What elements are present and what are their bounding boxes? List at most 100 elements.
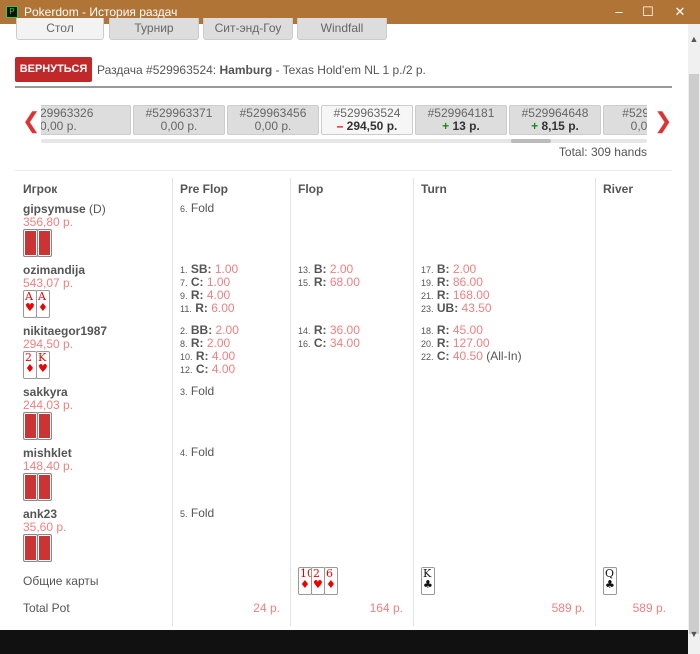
action-number: 13. bbox=[298, 265, 311, 275]
hand-item[interactable]: #529963524– 294,50 р. bbox=[321, 105, 413, 135]
action-number: 2. bbox=[180, 326, 188, 336]
card-back bbox=[23, 229, 38, 257]
game-type: - Texas Hold'em NL 1 р./2 р. bbox=[275, 63, 426, 77]
action-number: 21. bbox=[421, 291, 434, 301]
hand-amount: – 294,50 р. bbox=[322, 120, 412, 133]
hand-item[interactable]: #52996500,00 р. bbox=[603, 105, 647, 135]
action-amount: 2.00 bbox=[215, 323, 239, 337]
tab-tournament[interactable]: Турнир bbox=[109, 18, 199, 40]
action-turn: 23. UB: 43.50 bbox=[421, 302, 492, 316]
action-type: R: bbox=[313, 323, 327, 337]
scroll-thumb[interactable] bbox=[689, 74, 699, 634]
action-amount: 4.00 bbox=[206, 288, 231, 302]
action-type: Fold bbox=[190, 445, 215, 459]
all-in-label: (All-In) bbox=[486, 349, 522, 363]
hand-amount: 0,00 р. bbox=[41, 120, 130, 133]
action-number: 10. bbox=[180, 352, 193, 362]
action-amount: 68.00 bbox=[329, 275, 360, 289]
action-type: R: bbox=[190, 336, 204, 350]
next-arrow-icon[interactable]: ❯ bbox=[654, 108, 672, 134]
action-amount: 4.00 bbox=[211, 362, 236, 376]
action-type: B: bbox=[436, 262, 450, 276]
playing-card: A ♥ bbox=[23, 290, 37, 318]
action-flop: 15. R: 68.00 bbox=[298, 276, 360, 290]
col-header-preflop: Pre Flop bbox=[180, 182, 229, 196]
playing-card: 6 ♦ bbox=[324, 567, 338, 595]
hand-item[interactable]: #529964648 + 8,15 р. bbox=[509, 105, 601, 135]
action-amount: 43.50 bbox=[461, 301, 492, 315]
action-number: 1. bbox=[180, 265, 188, 275]
player-cards bbox=[23, 473, 52, 501]
action-type: R: bbox=[313, 275, 327, 289]
action-number: 9. bbox=[180, 291, 188, 301]
hand-item[interactable]: #529963456 0,00 р. bbox=[227, 105, 319, 135]
action-type: Fold bbox=[190, 506, 215, 520]
hand-title: Раздача #529963524: Hamburg - Texas Hold… bbox=[97, 63, 426, 77]
col-header-turn: Turn bbox=[421, 182, 447, 196]
action-amount: 127.00 bbox=[452, 336, 490, 350]
action-amount: 40.50 bbox=[452, 349, 483, 363]
card-back bbox=[37, 229, 52, 257]
minimize-button[interactable]: – bbox=[604, 0, 634, 24]
playing-card: 2 ♦ bbox=[23, 351, 37, 379]
scroll-down-icon[interactable]: ▼ bbox=[688, 629, 700, 639]
hand-item[interactable]: #529964181 + 13 р. bbox=[415, 105, 507, 135]
action-amount: 168.00 bbox=[452, 288, 490, 302]
tab-sit-and-go[interactable]: Сит-энд-Гоу bbox=[203, 18, 293, 40]
amount-value: 13 р. bbox=[452, 119, 480, 133]
table-name: Hamburg bbox=[219, 63, 273, 77]
player-cards bbox=[23, 534, 52, 562]
col-header-player: Игрок bbox=[23, 182, 58, 196]
amount-value: 0,00 р. bbox=[41, 119, 77, 133]
card-suit-icon: ♥ bbox=[38, 362, 48, 375]
carousel-scroll-thumb[interactable] bbox=[511, 139, 551, 143]
card-back bbox=[23, 534, 38, 562]
card-back bbox=[23, 473, 38, 501]
col-header-flop: Flop bbox=[298, 182, 324, 196]
action-type: R: bbox=[195, 301, 208, 315]
action-number: 11. bbox=[180, 304, 192, 314]
action-number: 4. bbox=[180, 448, 188, 458]
action-number: 16. bbox=[298, 339, 311, 349]
hand-item[interactable]: #529963371 0,00 р. bbox=[133, 105, 225, 135]
card-suit-icon: ♦ bbox=[300, 578, 310, 591]
player-cards bbox=[23, 229, 52, 257]
tab-windfall[interactable]: Windfall bbox=[297, 18, 387, 40]
pot-river: 589 р. bbox=[632, 601, 666, 615]
maximize-button[interactable]: ☐ bbox=[633, 0, 663, 24]
action-type: C: bbox=[436, 349, 450, 363]
action-type: R: bbox=[436, 275, 450, 289]
amount-value: 294,50 р. bbox=[346, 119, 398, 133]
playing-card: 2 ♥ bbox=[311, 567, 325, 595]
board-river-cards: Q ♣ bbox=[603, 567, 617, 595]
scroll-up-icon[interactable]: ▲ bbox=[688, 34, 700, 44]
pot-turn: 589 р. bbox=[551, 601, 585, 615]
carousel-scrollbar[interactable] bbox=[41, 139, 647, 143]
close-button[interactable]: ✕ bbox=[665, 0, 695, 24]
player-name: mishklet bbox=[23, 446, 72, 460]
action-preflop: 3. Fold bbox=[180, 385, 214, 399]
hand-item[interactable]: 29963326 0,00 р. bbox=[41, 105, 131, 135]
divider bbox=[15, 170, 672, 171]
amount-sign: + bbox=[442, 119, 450, 133]
prev-arrow-icon[interactable]: ❮ bbox=[22, 108, 40, 134]
action-number: 7. bbox=[180, 278, 188, 288]
back-button[interactable]: ВЕРНУТЬСЯ bbox=[15, 57, 92, 82]
action-flop: 16. C: 34.00 bbox=[298, 337, 360, 351]
action-amount: 6.00 bbox=[211, 301, 235, 315]
action-amount: 1.00 bbox=[214, 262, 239, 276]
card-back bbox=[37, 534, 52, 562]
card-suit-icon: ♣ bbox=[605, 578, 615, 591]
player-name-text: gipsymuse bbox=[23, 202, 86, 216]
action-amount: 2.00 bbox=[452, 262, 477, 276]
action-amount: 86.00 bbox=[452, 275, 483, 289]
column-divider bbox=[172, 178, 173, 626]
player-name-text: ozimandija bbox=[23, 263, 86, 277]
tab-table[interactable]: Стол bbox=[16, 18, 104, 40]
card-suit-icon: ♥ bbox=[313, 578, 323, 591]
action-type: Fold bbox=[190, 384, 215, 398]
vertical-scrollbar[interactable]: ▲ ▼ bbox=[688, 24, 700, 654]
action-type: BB: bbox=[190, 323, 213, 337]
card-suit-icon: ♦ bbox=[326, 578, 336, 591]
action-amount: 36.00 bbox=[329, 323, 360, 337]
